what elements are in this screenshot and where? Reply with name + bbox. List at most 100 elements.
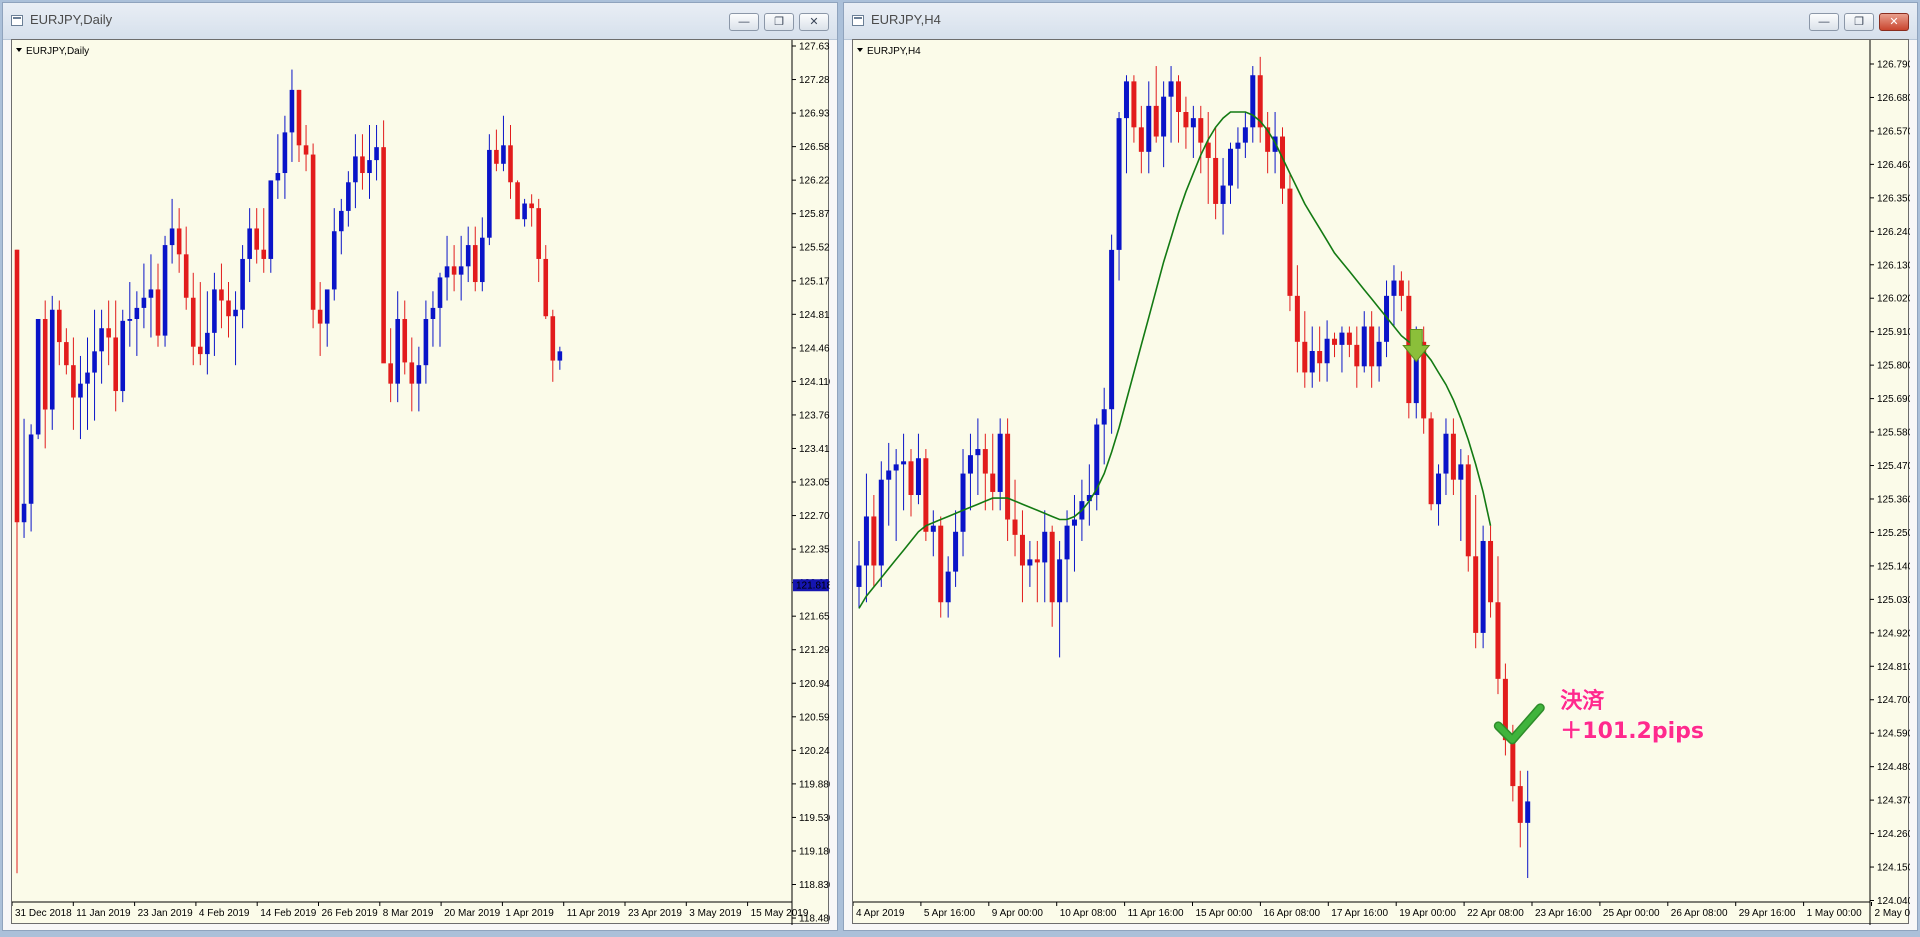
bearish-candle xyxy=(1517,786,1523,823)
time-tick-label: 19 Apr 00:00 xyxy=(1399,908,1456,919)
bullish-candle xyxy=(975,449,981,456)
price-tick-label: 123.050 xyxy=(799,478,830,489)
bullish-candle xyxy=(85,372,90,384)
h4-chart-window[interactable]: EURJPY,H4 — ❐ ✕ EURJPY,H4 126.790 126.680 1… xyxy=(843,2,1918,931)
bullish-candle xyxy=(930,525,936,532)
bullish-candle xyxy=(487,149,492,238)
bearish-candle xyxy=(42,318,48,410)
bearish-candle xyxy=(106,328,111,338)
daily-window-titlebar[interactable]: EURJPY,Daily — ❐ ✕ xyxy=(3,3,837,40)
bullish-candle xyxy=(1190,118,1196,128)
bearish-candle xyxy=(1198,118,1204,143)
bullish-candle xyxy=(522,203,527,220)
bearish-candle xyxy=(982,449,988,474)
price-tick-label: 125.690 xyxy=(1877,394,1910,405)
bullish-candle xyxy=(120,320,126,392)
time-tick-label: 8 Mar 2019 xyxy=(383,908,434,919)
time-tick-label: 22 Apr 08:00 xyxy=(1467,908,1524,919)
price-tick-label: 124.700 xyxy=(1877,695,1910,706)
restore-button[interactable]: ❐ xyxy=(1844,13,1874,31)
bullish-candle xyxy=(1525,801,1531,823)
price-tick-label: 125.170 xyxy=(799,276,830,287)
time-tick-label: 26 Apr 08:00 xyxy=(1671,908,1728,919)
time-tick-label: 14 Feb 2019 xyxy=(260,908,317,919)
time-tick-label: 11 Apr 16:00 xyxy=(1128,908,1184,919)
bearish-candle xyxy=(1354,344,1360,367)
bullish-candle xyxy=(437,277,443,308)
bullish-candle xyxy=(416,365,422,384)
bullish-candle xyxy=(1123,81,1129,119)
price-tick-label: 126.240 xyxy=(1877,227,1910,238)
time-tick-label: 23 Jan 2019 xyxy=(138,908,193,919)
bullish-candle xyxy=(1436,473,1442,505)
price-tick-label: 124.040 xyxy=(1877,896,1910,907)
close-button[interactable]: ✕ xyxy=(1879,13,1909,31)
bullish-candle xyxy=(997,433,1003,492)
price-tick-label: 124.810 xyxy=(799,310,830,321)
h4-window-titlebar[interactable]: EURJPY,H4 — ❐ ✕ xyxy=(844,3,1917,40)
bullish-candle xyxy=(127,318,133,321)
bearish-candle xyxy=(1495,602,1501,679)
h4-window-title: EURJPY,H4 xyxy=(871,12,941,27)
bullish-candle xyxy=(1168,81,1174,97)
bearish-candle xyxy=(1369,326,1375,367)
daily-chart-window[interactable]: EURJPY,Daily — ❐ ✕ EURJPY,Daily 127.630 12… xyxy=(2,2,838,931)
price-tick-label: 120.940 xyxy=(799,679,830,690)
bullish-candle xyxy=(878,479,884,566)
bearish-candle xyxy=(176,228,182,255)
bullish-candle xyxy=(430,307,436,319)
bullish-candle xyxy=(240,258,245,310)
time-tick-label: 15 Apr 00:00 xyxy=(1196,908,1253,919)
restore-button[interactable]: ❐ xyxy=(764,13,794,31)
bearish-candle xyxy=(923,458,929,532)
h4-candlestick-chart[interactable]: EURJPY,H4 126.790 126.680 126.570 126.460 126… xyxy=(853,40,1910,925)
minimize-button[interactable]: — xyxy=(1809,13,1839,31)
price-tick-label: 125.520 xyxy=(799,243,830,254)
bearish-candle xyxy=(1019,534,1025,566)
price-tick-label: 122.350 xyxy=(799,545,830,556)
time-tick-label: 10 Apr 08:00 xyxy=(1060,908,1117,919)
bullish-candle xyxy=(1116,118,1122,250)
daily-chart-area[interactable]: EURJPY,Daily 127.630 127.280 126.930 126.580… xyxy=(11,39,830,925)
current-price-label: 121.818 xyxy=(796,581,830,592)
bullish-candle xyxy=(99,328,104,352)
bearish-candle xyxy=(402,318,408,363)
chart-dropdown-icon xyxy=(16,48,22,52)
bearish-candle xyxy=(261,249,267,259)
bearish-candle xyxy=(1465,464,1471,557)
bullish-candle xyxy=(346,182,351,211)
price-tick-label: 124.110 xyxy=(799,377,830,388)
bullish-candle xyxy=(324,289,330,324)
bullish-candle xyxy=(162,245,168,336)
bullish-candle xyxy=(1391,280,1397,296)
time-tick-label: 11 Jan 2019 xyxy=(76,908,131,919)
bullish-candle xyxy=(901,461,907,465)
bullish-candle xyxy=(35,318,41,435)
bullish-candle xyxy=(275,173,281,181)
h4-chart-area[interactable]: EURJPY,H4 126.790 126.680 126.570 126.460 126… xyxy=(852,39,1910,925)
bullish-candle xyxy=(339,210,344,232)
price-tick-label: 122.700 xyxy=(799,511,830,522)
chart-window-icon xyxy=(852,15,864,26)
bearish-candle xyxy=(451,266,457,275)
price-tick-label: 124.460 xyxy=(799,343,830,354)
bearish-candle xyxy=(1488,540,1494,603)
bullish-candle xyxy=(331,231,337,290)
price-tick-label: 124.260 xyxy=(1877,829,1910,840)
bullish-candle xyxy=(1361,326,1367,367)
time-tick-label: 23 Apr 2019 xyxy=(628,908,682,919)
time-tick-label: 17 Apr 16:00 xyxy=(1331,908,1388,919)
daily-candlestick-chart[interactable]: EURJPY,Daily 127.630 127.280 126.930 126.580… xyxy=(12,40,830,925)
bearish-candle xyxy=(1346,332,1352,345)
bearish-candle xyxy=(1473,556,1479,633)
bearish-candle xyxy=(1131,81,1137,128)
bullish-candle xyxy=(1480,540,1486,633)
bearish-candle xyxy=(550,316,556,361)
price-tick-label: 126.680 xyxy=(1877,93,1910,104)
minimize-button[interactable]: — xyxy=(729,13,759,31)
close-button[interactable]: ✕ xyxy=(799,13,829,31)
price-tick-label: 126.790 xyxy=(1877,60,1910,71)
bullish-candle xyxy=(233,309,238,317)
bullish-candle xyxy=(134,307,140,319)
bullish-candle xyxy=(1458,464,1464,480)
